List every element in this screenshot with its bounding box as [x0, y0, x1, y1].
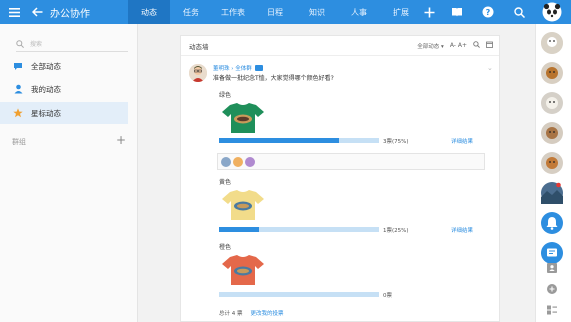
post-collapse-icon[interactable]: ⌄ — [487, 64, 493, 72]
search-placeholder: 搜索 — [30, 41, 43, 48]
search-icon[interactable] — [473, 41, 480, 50]
contact-avatar[interactable] — [541, 122, 563, 144]
sidebar-item-my-feed[interactable]: 我的动态 — [0, 78, 128, 100]
tab-hr[interactable]: 人事 — [338, 0, 380, 24]
tab-extensions[interactable]: 扩展 — [380, 0, 422, 24]
add-group-icon[interactable]: + — [116, 133, 126, 147]
poll-question: 准备做一批纪念T恤，大家觉得哪个颜色好看? — [213, 75, 334, 82]
message-icon[interactable] — [541, 242, 563, 264]
voter-avatars — [217, 153, 485, 170]
svg-text:?: ? — [486, 8, 491, 17]
star-icon — [12, 108, 24, 118]
feed-filter-dropdown[interactable]: 全部动态 ▾ — [417, 42, 444, 50]
contact-avatar[interactable] — [541, 62, 563, 84]
tab-feed[interactable]: 动态 — [128, 0, 170, 24]
app-title: 办公协作 — [50, 8, 90, 20]
plus-icon[interactable] — [418, 0, 440, 24]
post-author-line: 董明珠 › 全体群 — [213, 64, 263, 72]
sidebar-search[interactable]: 搜索 — [16, 36, 128, 52]
poll-badge-icon — [254, 65, 263, 71]
vote-count: 3票(75%) — [383, 139, 409, 145]
font-size-controls[interactable]: A- A+ — [450, 42, 467, 49]
left-sidebar: 搜索 全部动态 我的动态 星标动态 群组 + — [0, 24, 138, 322]
card-title: 动态墙 — [189, 42, 209, 51]
menu-icon[interactable] — [0, 0, 28, 24]
right-contacts-rail — [535, 24, 571, 322]
sidebar-item-starred-feed[interactable]: 星标动态 — [0, 102, 128, 124]
contact-avatar[interactable] — [541, 92, 563, 114]
tab-tasks[interactable]: 任务 — [170, 0, 212, 24]
search-icon[interactable] — [508, 0, 530, 24]
tab-knowledge[interactable]: 知识 — [296, 0, 338, 24]
panda-avatar[interactable] — [540, 0, 564, 24]
sidebar-item-label: 全部动态 — [31, 61, 61, 71]
vote-bar — [219, 292, 379, 297]
voter-avatar[interactable] — [245, 156, 255, 167]
card-header: 动态墙 全部动态 ▾ A- A+ — [181, 36, 499, 56]
top-bar: 办公协作 动态 任务 工作表 日程 知识 人事 扩展 ? — [0, 0, 571, 24]
detail-results-link[interactable]: 详细结果 — [451, 137, 473, 145]
group-section-label: 群组 — [12, 138, 26, 146]
vote-bar-fill — [219, 138, 339, 143]
author-link[interactable]: 董明珠 › 全体群 — [213, 64, 252, 72]
chat-icon — [12, 62, 24, 71]
poll-footer: 总计 4 票 更改我的投票 — [219, 309, 284, 317]
book-icon[interactable] — [446, 0, 468, 24]
feed-filter-label: 全部动态 — [417, 43, 440, 50]
feed-wall-card: 动态墙 全部动态 ▾ A- A+ 董明珠 › 全体群 准备做一批纪念T恤，大家觉… — [180, 35, 500, 322]
sidebar-item-label: 星标动态 — [31, 108, 61, 118]
author-avatar[interactable] — [189, 64, 207, 82]
vote-bar — [219, 227, 379, 232]
contacts-card-icon[interactable] — [546, 262, 558, 274]
poll-option-label: 黄色 — [219, 179, 232, 186]
change-vote-link[interactable]: 更改我的投票 — [251, 309, 284, 317]
poll-option-label: 绿色 — [219, 92, 232, 99]
add-circle-icon[interactable] — [546, 283, 558, 295]
sidebar-item-label: 我的动态 — [31, 84, 61, 94]
help-icon[interactable]: ? — [477, 0, 499, 24]
tab-calendar[interactable]: 日程 — [254, 0, 296, 24]
search-icon — [16, 39, 24, 48]
calendar-icon[interactable] — [486, 41, 493, 50]
person-icon — [12, 84, 24, 94]
card-tools: 全部动态 ▾ A- A+ — [417, 41, 493, 50]
vote-count: 1票(25%) — [383, 228, 409, 234]
back-arrow-icon[interactable] — [28, 0, 46, 24]
vote-count: 0票 — [383, 293, 392, 299]
detail-results-link[interactable]: 详细结果 — [451, 226, 473, 234]
contact-avatar[interactable] — [541, 152, 563, 174]
vote-bar-fill — [219, 227, 259, 232]
tab-worksheet[interactable]: 工作表 — [212, 0, 254, 24]
notification-bell-icon[interactable] — [541, 212, 563, 234]
poll-option-label: 橙色 — [219, 244, 232, 251]
voter-avatar[interactable] — [221, 156, 231, 167]
green-tshirt-image — [221, 102, 265, 134]
yellow-tshirt-image — [221, 189, 265, 221]
vote-bar — [219, 138, 379, 143]
orange-tshirt-image — [221, 254, 265, 286]
contact-avatar[interactable] — [541, 182, 563, 204]
main-tabs: 动态 任务 工作表 日程 知识 人事 扩展 — [128, 0, 422, 24]
layout-toggle-icon[interactable] — [546, 304, 558, 316]
sidebar-item-all-feed[interactable]: 全部动态 — [0, 55, 128, 77]
total-votes: 总计 4 票 — [219, 311, 243, 317]
contact-avatar[interactable] — [541, 32, 563, 54]
voter-avatar[interactable] — [233, 156, 243, 167]
